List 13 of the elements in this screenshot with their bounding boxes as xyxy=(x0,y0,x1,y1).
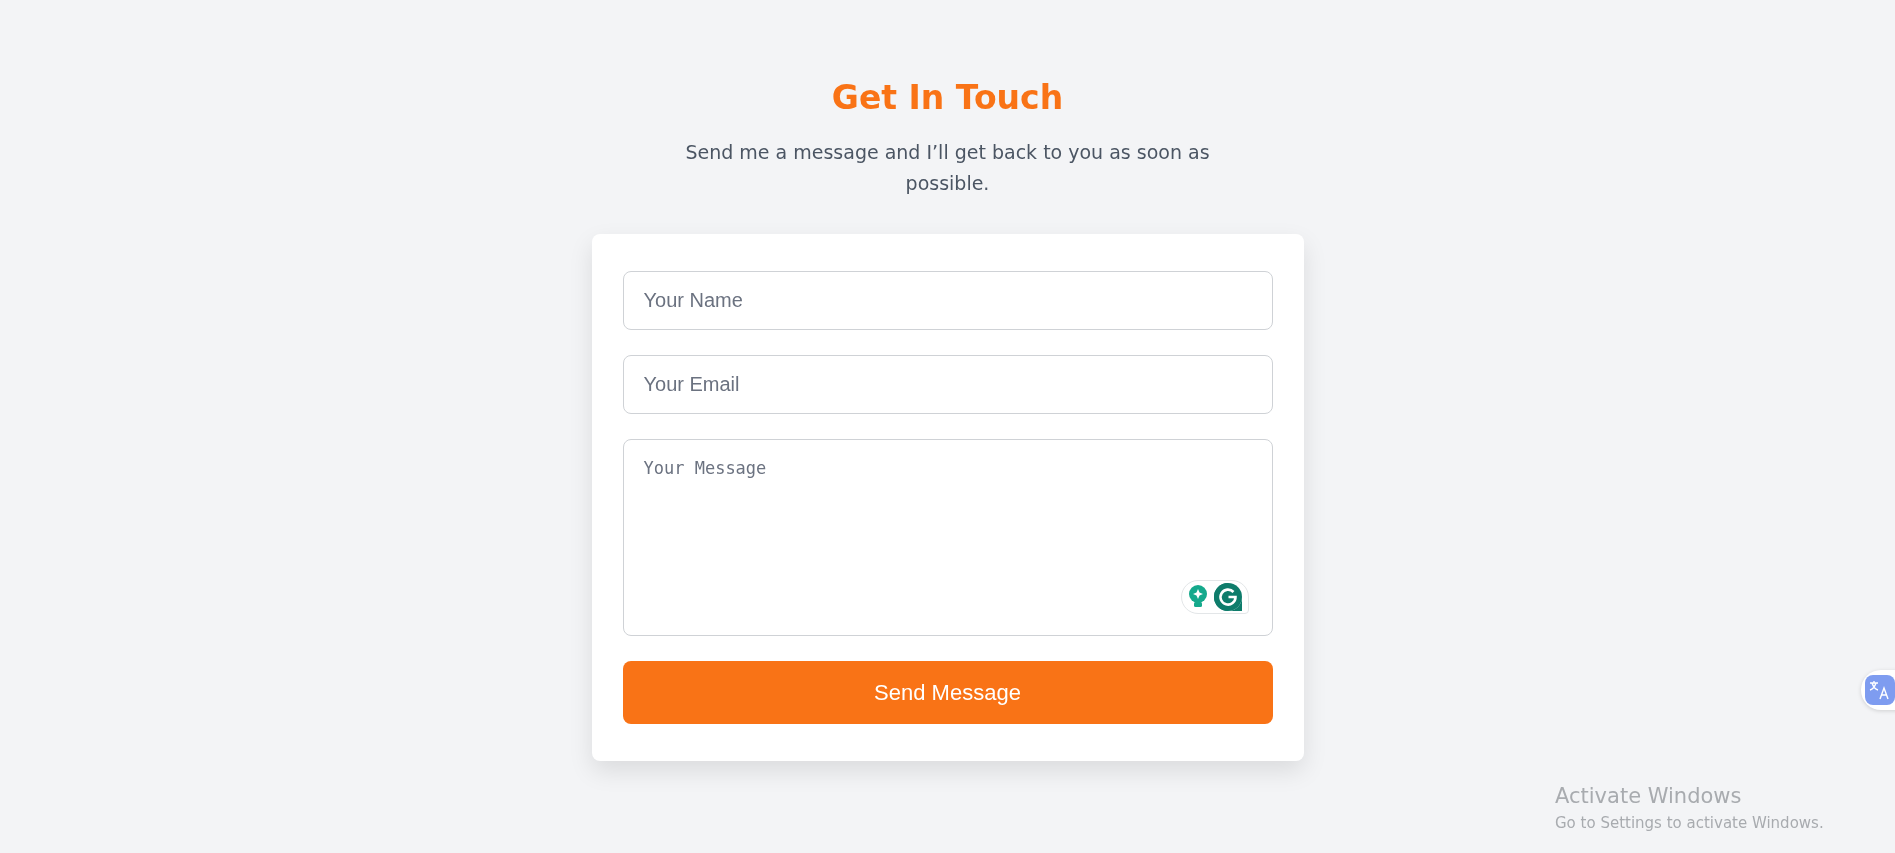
input-field[interactable]: Your Email xyxy=(622,355,1273,414)
writing-assistant-badge[interactable] xyxy=(1180,580,1249,614)
page-title: Get In Touch xyxy=(831,78,1064,117)
translate-icon xyxy=(1865,675,1895,705)
activation-text: Go to Settings to activate Windows. xyxy=(1555,814,1824,832)
page-subtitle: Send me a message and I’ll get back to you as soon as possible. xyxy=(684,140,1211,196)
send-button[interactable]: Send Message xyxy=(622,661,1273,724)
g-logo-icon xyxy=(1213,583,1242,611)
activation-title: Activate Windows xyxy=(1555,784,1743,808)
message-field[interactable]: Your Message xyxy=(622,439,1273,636)
lightbulb-icon xyxy=(1187,585,1208,609)
input-field[interactable]: Your Name xyxy=(622,271,1273,330)
translate-button[interactable] xyxy=(1861,670,1895,710)
